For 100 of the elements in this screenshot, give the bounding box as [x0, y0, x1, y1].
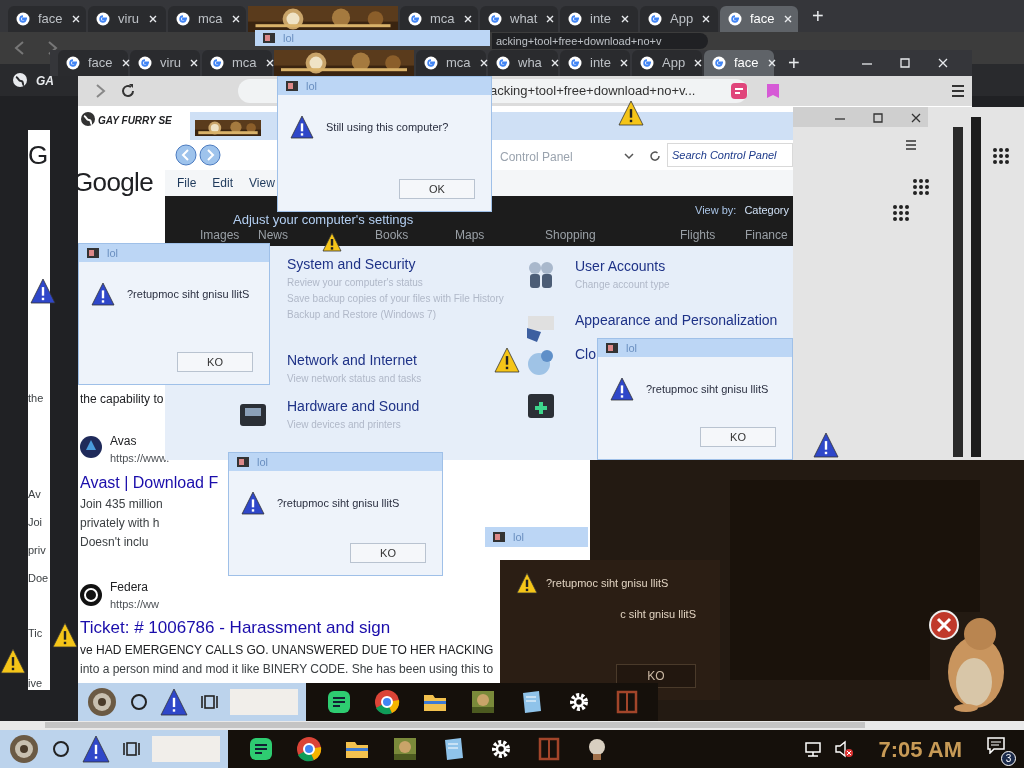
- extension-icon[interactable]: [730, 82, 748, 100]
- ok-button[interactable]: KO: [350, 543, 426, 563]
- search-tab[interactable]: Books: [375, 228, 409, 242]
- close-icon[interactable]: [693, 58, 704, 68]
- clock[interactable]: 7:05 AM: [866, 732, 974, 766]
- ok-button[interactable]: KO: [616, 664, 696, 688]
- browser-tab[interactable]: face: [8, 6, 86, 32]
- menu-item[interactable]: View: [249, 174, 275, 192]
- menu-item[interactable]: Edit: [212, 174, 234, 192]
- view-by-dropdown[interactable]: Category: [744, 202, 789, 219]
- close-icon[interactable]: [462, 14, 473, 24]
- browser-tab[interactable]: App: [640, 6, 718, 32]
- ok-button[interactable]: KO: [177, 352, 253, 372]
- back-icon[interactable]: [175, 144, 197, 166]
- close-icon[interactable]: [70, 14, 81, 24]
- category-link[interactable]: System and Security: [287, 254, 504, 275]
- browser-tab[interactable]: face: [720, 6, 798, 32]
- browser-tab[interactable]: App: [632, 50, 702, 76]
- address-bar[interactable]: acking+tool+free+download+no+v: [492, 33, 708, 49]
- notes-app-icon[interactable]: [326, 689, 352, 715]
- browser-tab[interactable]: face: [58, 50, 128, 76]
- scrollbar-thumb[interactable]: [45, 722, 865, 728]
- task-view-icon[interactable]: [122, 740, 140, 758]
- result-title[interactable]: Ticket: # 1006786 - Harassment and sign: [80, 615, 494, 641]
- menu-item[interactable]: File: [177, 174, 197, 192]
- category-link[interactable]: Clo: [575, 344, 596, 365]
- result-url[interactable]: https://ww: [110, 596, 260, 613]
- new-tab-button[interactable]: +: [800, 1, 836, 31]
- book-icon[interactable]: [536, 736, 562, 762]
- search-field[interactable]: [152, 736, 220, 762]
- browser-tab[interactable]: inte: [560, 6, 638, 32]
- browser-tab[interactable]: face: [704, 50, 774, 76]
- search-field[interactable]: [230, 689, 298, 715]
- close-icon[interactable]: [545, 14, 556, 24]
- muted-speaker-icon[interactable]: [834, 740, 855, 758]
- close-icon[interactable]: [766, 58, 777, 68]
- browser-tab[interactable]: mca: [416, 50, 486, 76]
- reload-icon[interactable]: [649, 150, 661, 162]
- close-icon[interactable]: [120, 58, 131, 68]
- browser-tab[interactable]: mca: [168, 6, 246, 32]
- browser-tab[interactable]: what: [480, 6, 558, 32]
- ok-button[interactable]: KO: [700, 427, 776, 447]
- browser-tab[interactable]: wha: [488, 50, 558, 76]
- browser-tab[interactable]: mca: [202, 50, 272, 76]
- reload-icon[interactable]: [120, 83, 136, 99]
- maximize-icon[interactable]: [871, 111, 883, 123]
- close-icon[interactable]: [620, 14, 630, 24]
- search-tab[interactable]: Finance: [745, 228, 788, 242]
- category-link[interactable]: Appearance and Personalization: [575, 310, 778, 331]
- close-icon[interactable]: [264, 58, 275, 68]
- maximize-icon[interactable]: [898, 56, 912, 70]
- category-link[interactable]: Hardware and Sound: [287, 396, 420, 417]
- start-button-icon[interactable]: [86, 686, 118, 718]
- search-tab[interactable]: Flights: [680, 228, 716, 242]
- close-icon[interactable]: [230, 14, 241, 24]
- close-icon[interactable]: [148, 14, 158, 24]
- bookmark-link[interactable]: GAY FURRY SE: [98, 113, 172, 128]
- start-button-icon[interactable]: [8, 733, 40, 765]
- chrome-icon[interactable]: [374, 689, 400, 715]
- search-tab[interactable]: Shopping: [545, 228, 596, 242]
- photo-app-icon[interactable]: [392, 736, 418, 762]
- close-icon[interactable]: [549, 58, 560, 68]
- scrollbar[interactable]: [953, 127, 963, 457]
- chrome-icon[interactable]: [296, 736, 322, 762]
- close-icon[interactable]: [936, 56, 950, 70]
- close-icon[interactable]: [478, 58, 489, 68]
- dropdown-icon[interactable]: [623, 150, 635, 162]
- menu-icon[interactable]: [905, 139, 917, 151]
- notes-app-icon[interactable]: [248, 736, 274, 762]
- bookmark-link[interactable]: GA: [36, 72, 54, 90]
- scrollbar[interactable]: [971, 117, 981, 457]
- photo-app-icon[interactable]: [470, 689, 496, 715]
- menu-icon[interactable]: [950, 83, 966, 99]
- result-url[interactable]: https://www.: [110, 450, 170, 467]
- apps-icon[interactable]: [993, 148, 1009, 164]
- new-tab-button[interactable]: +: [776, 48, 812, 78]
- apps-icon[interactable]: [913, 179, 929, 195]
- network-icon[interactable]: [804, 740, 823, 758]
- category-link[interactable]: Network and Internet: [287, 350, 422, 371]
- close-icon[interactable]: [188, 58, 199, 68]
- forward-icon[interactable]: [199, 144, 221, 166]
- close-icon[interactable]: [782, 14, 793, 24]
- close-icon[interactable]: [701, 14, 712, 24]
- cortana-icon[interactable]: [52, 740, 70, 758]
- browser-tab[interactable]: inte: [560, 50, 630, 76]
- search-tab[interactable]: News: [258, 228, 288, 242]
- cortana-icon[interactable]: [130, 693, 148, 711]
- apps-icon[interactable]: [893, 205, 909, 221]
- search-field[interactable]: Search Control Panel: [667, 143, 793, 167]
- close-icon[interactable]: [909, 111, 921, 123]
- search-tab[interactable]: Maps: [455, 228, 485, 242]
- result-title[interactable]: Avast | Download F: [80, 470, 226, 495]
- task-view-icon[interactable]: [200, 693, 218, 711]
- category-link[interactable]: User Accounts: [575, 256, 670, 277]
- book-icon[interactable]: [614, 689, 640, 715]
- browser-tab[interactable]: mca: [400, 6, 478, 32]
- ok-button[interactable]: OK: [399, 179, 475, 199]
- browser-tab[interactable]: viru: [88, 6, 166, 32]
- close-icon[interactable]: [618, 58, 629, 68]
- browser-tab[interactable]: viru: [130, 50, 200, 76]
